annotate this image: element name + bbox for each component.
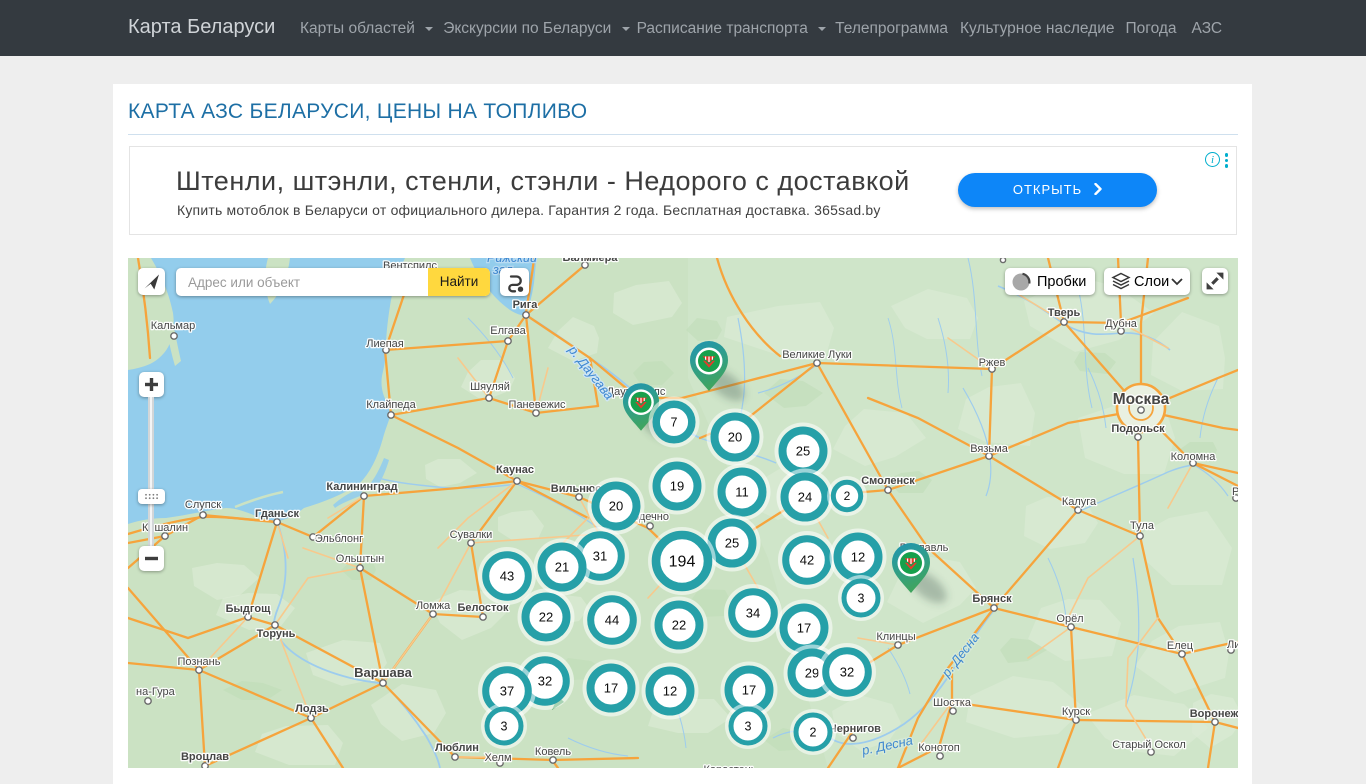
svg-text:Лодзь: Лодзь bbox=[295, 703, 329, 715]
svg-text:Быдгощ: Быдгощ bbox=[226, 603, 271, 615]
svg-text:Ржев: Ржев bbox=[979, 357, 1006, 369]
svg-text:29: 29 bbox=[805, 666, 819, 681]
svg-text:Торунь: Торунь bbox=[257, 628, 296, 640]
svg-text:194: 194 bbox=[669, 554, 696, 571]
svg-text:Люблин: Люблин bbox=[435, 742, 479, 754]
svg-text:Чернигов: Чернигов bbox=[829, 723, 881, 735]
svg-text:Коростень: Коростень bbox=[703, 764, 756, 768]
svg-text:Великие Луки: Великие Луки bbox=[782, 349, 852, 361]
svg-text:Шостка: Шостка bbox=[933, 697, 972, 709]
svg-text:Кальмар: Кальмар bbox=[151, 320, 195, 332]
svg-text:Лиепая: Лиепая bbox=[366, 338, 404, 350]
svg-text:43: 43 bbox=[500, 569, 514, 584]
svg-text:Тула: Тула bbox=[1130, 520, 1155, 532]
svg-text:Москва: Москва bbox=[1113, 391, 1170, 408]
svg-text:Брянск: Брянск bbox=[972, 593, 1012, 605]
svg-text:31: 31 bbox=[593, 549, 607, 564]
svg-text:Дубна: Дубна bbox=[1105, 318, 1138, 330]
svg-text:Ковель: Ковель bbox=[535, 746, 571, 758]
svg-text:17: 17 bbox=[604, 681, 618, 696]
svg-text:12: 12 bbox=[851, 550, 865, 565]
svg-text:7: 7 bbox=[671, 415, 678, 429]
svg-text:Клинцы: Клинцы bbox=[876, 631, 915, 643]
svg-text:32: 32 bbox=[538, 674, 552, 689]
svg-text:22: 22 bbox=[539, 610, 553, 625]
svg-text:11: 11 bbox=[735, 485, 749, 500]
svg-text:Варшава: Варшава bbox=[354, 665, 412, 680]
svg-text:Сувалки: Сувалки bbox=[450, 529, 493, 541]
svg-text:44: 44 bbox=[605, 613, 619, 628]
svg-text:Ольштын: Ольштын bbox=[336, 553, 384, 565]
svg-text:на-Гура: на-Гура bbox=[136, 686, 176, 698]
svg-text:3: 3 bbox=[501, 719, 508, 733]
svg-text:Клайпеда: Клайпеда bbox=[366, 399, 416, 411]
svg-text:24: 24 bbox=[798, 490, 812, 505]
svg-text:Елгава: Елгава bbox=[490, 325, 526, 337]
svg-text:12: 12 bbox=[663, 684, 677, 699]
svg-text:Каунас: Каунас bbox=[496, 464, 534, 476]
svg-text:Рига: Рига bbox=[513, 299, 539, 311]
svg-text:Подольск: Подольск bbox=[1111, 423, 1165, 435]
svg-text:Валмиера: Валмиера bbox=[563, 258, 619, 264]
svg-text:Калининград: Калининград bbox=[326, 481, 397, 493]
svg-text:Елец: Елец bbox=[1167, 640, 1194, 652]
svg-text:19: 19 bbox=[670, 479, 684, 494]
svg-text:17: 17 bbox=[797, 621, 811, 636]
svg-text:Воронеж: Воронеж bbox=[1190, 708, 1238, 720]
svg-text:Вязьма: Вязьма bbox=[970, 443, 1009, 455]
svg-text:Паневежис: Паневежис bbox=[509, 399, 566, 411]
svg-text:3: 3 bbox=[745, 719, 752, 733]
svg-text:Эльблонг: Эльблонг bbox=[315, 533, 363, 545]
svg-text:Калуга: Калуга bbox=[1062, 496, 1097, 508]
svg-text:Ряз: Ряз bbox=[1232, 486, 1238, 498]
svg-text:32: 32 bbox=[840, 665, 854, 680]
svg-text:Шяуляй: Шяуляй bbox=[470, 381, 510, 393]
svg-text:Коломна: Коломна bbox=[1171, 451, 1217, 463]
svg-text:Смоленск: Смоленск bbox=[861, 475, 915, 487]
svg-text:Слупск: Слупск bbox=[185, 499, 221, 511]
svg-text:22: 22 bbox=[672, 618, 686, 633]
svg-text:34: 34 bbox=[746, 606, 760, 621]
svg-text:20: 20 bbox=[609, 499, 623, 514]
svg-text:3: 3 bbox=[858, 591, 865, 605]
svg-text:Хелм: Хелм bbox=[484, 752, 511, 764]
svg-text:2: 2 bbox=[844, 489, 851, 503]
svg-text:25: 25 bbox=[725, 536, 739, 551]
svg-text:Гданьск: Гданьск bbox=[255, 508, 299, 520]
svg-text:Тверь: Тверь bbox=[1048, 307, 1081, 319]
svg-text:42: 42 bbox=[800, 553, 814, 568]
svg-text:Липе: Липе bbox=[1227, 639, 1238, 651]
svg-text:Курск: Курск bbox=[1062, 706, 1090, 718]
svg-text:Познань: Познань bbox=[178, 656, 221, 668]
svg-text:Старый Оскол: Старый Оскол bbox=[1112, 739, 1186, 751]
svg-text:Конотоп: Конотоп bbox=[918, 742, 960, 754]
svg-text:20: 20 bbox=[728, 430, 742, 445]
svg-text:Орёл: Орёл bbox=[1056, 613, 1083, 625]
svg-text:25: 25 bbox=[796, 444, 810, 459]
svg-text:Ломжа: Ломжа bbox=[416, 600, 451, 612]
svg-text:2: 2 bbox=[810, 725, 817, 739]
svg-text:Вроцлав: Вроцлав bbox=[181, 751, 229, 763]
svg-text:21: 21 bbox=[555, 560, 569, 575]
svg-text:17: 17 bbox=[742, 683, 756, 698]
svg-text:37: 37 bbox=[500, 684, 514, 699]
